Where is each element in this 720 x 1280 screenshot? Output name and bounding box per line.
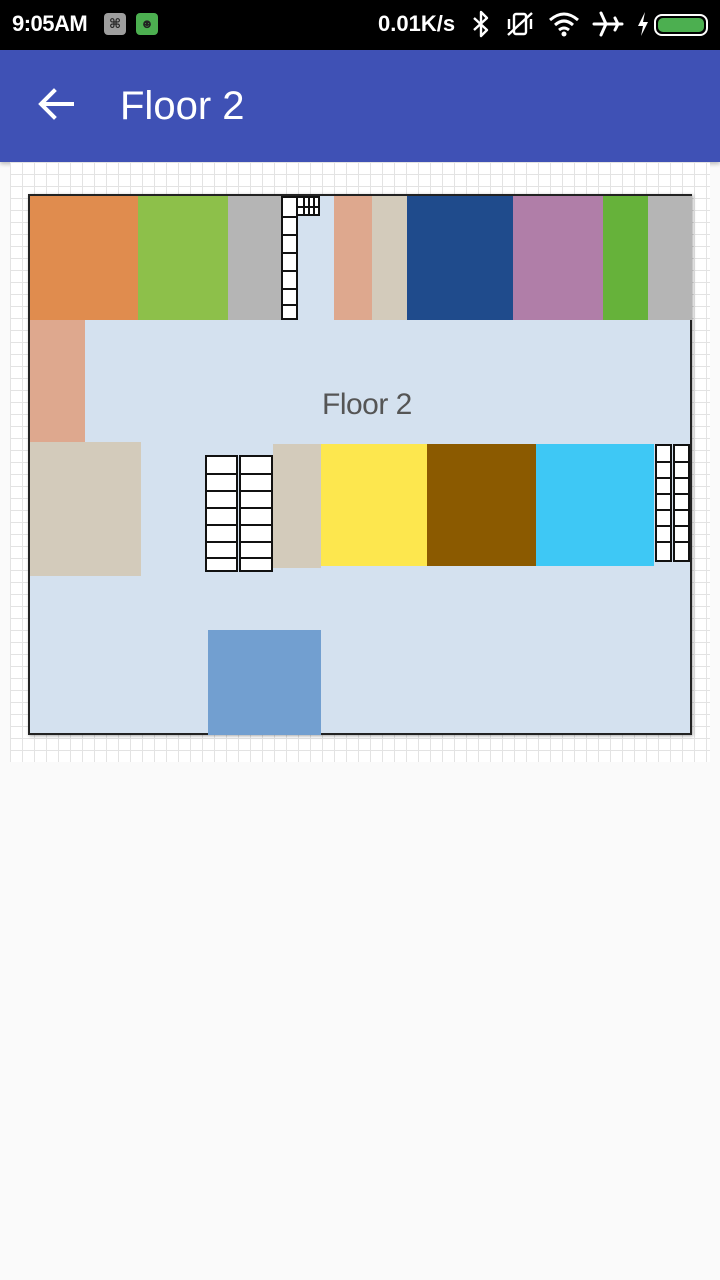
room-beige-left[interactable] [30,442,141,576]
room-green[interactable] [138,196,228,320]
bluetooth-icon [470,10,492,45]
page-title: Floor 2 [120,84,245,128]
room-salmon-top[interactable] [334,196,372,320]
stairs-right-a [655,444,672,562]
stairs-mid-left [205,455,238,572]
room-purple[interactable] [513,196,603,320]
room-bright-green[interactable] [603,196,648,320]
network-speed: 0.01K/s [378,11,456,36]
wifi-icon [548,10,580,45]
room-navy[interactable] [407,196,513,320]
stairs-top-landing [296,196,320,216]
room-steel-blue[interactable] [208,630,321,735]
notification-game-icon: ☻ [136,13,158,35]
battery-icon [654,14,708,36]
back-button[interactable] [24,72,88,136]
room-yellow[interactable] [321,444,427,566]
app-bar: Floor 2 [0,50,720,162]
notification-app-icon: ⌘ [104,13,126,35]
stairs-mid-right [239,455,273,572]
floor-plan[interactable]: Floor 2 [28,194,692,735]
room-grey[interactable] [228,196,282,320]
room-salmon-left[interactable] [30,320,85,444]
status-bar: 9:05AM ⌘ ☻ 0.01K/s [0,0,720,50]
floor-label: Floor 2 [322,388,412,421]
room-grey-right[interactable] [648,196,692,320]
arrow-back-icon [38,88,74,120]
battery-level [658,18,704,32]
charging-icon [636,10,650,46]
status-time: 9:05AM [12,11,88,36]
vibrate-off-icon [505,10,535,45]
stairs-right-b [673,444,690,562]
room-beige-mid[interactable] [273,444,321,568]
room-sky-blue[interactable] [536,444,654,566]
room-orange[interactable] [30,196,138,320]
airplane-icon [592,10,624,45]
room-beige-top[interactable] [372,196,407,320]
room-brown[interactable] [427,444,536,566]
